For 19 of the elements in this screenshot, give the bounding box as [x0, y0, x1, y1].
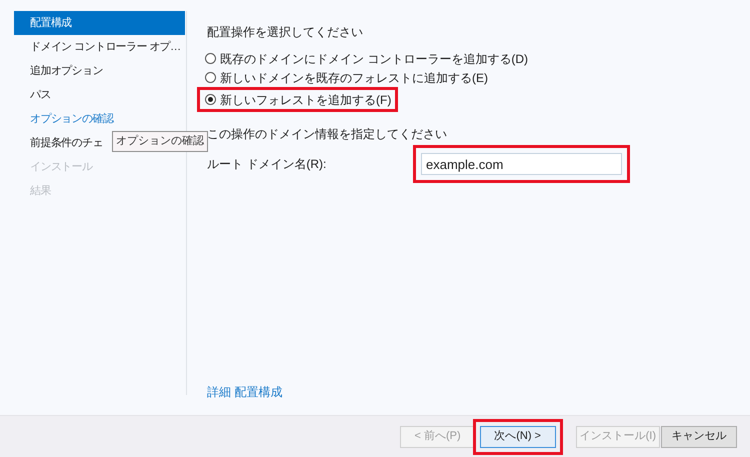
domain-name-field[interactable]: example.com	[421, 153, 622, 175]
sidebar-item[interactable]: 配置構成	[14, 11, 185, 35]
radio-button[interactable]	[205, 53, 216, 64]
sidebar-item[interactable]: 追加オプション	[14, 59, 185, 83]
radio-option[interactable]: 新しいフォレストを追加する(F)	[205, 90, 392, 109]
field-label: ルート ドメイン名(R):	[207, 156, 328, 173]
radio-option[interactable]: 既存のドメインにドメイン コントローラーを追加する(D)	[202, 49, 528, 68]
wizard-button[interactable]: 次へ(N) >	[480, 426, 556, 448]
details-link[interactable]: 詳細 配置構成	[207, 383, 750, 401]
radio-option[interactable]: 新しいドメインを既存のフォレストに追加する(E)	[202, 68, 488, 87]
section-heading: この操作のドメイン情報を指定してください	[207, 126, 448, 143]
radio-button[interactable]	[205, 72, 216, 83]
wizard-button[interactable]: キャンセル	[661, 426, 737, 448]
sidebar-item[interactable]: パス	[14, 83, 185, 107]
sidebar-item[interactable]: ドメイン コントローラー オプ…	[14, 35, 185, 59]
radio-button[interactable]	[205, 94, 216, 105]
tooltip: オプションの確認	[112, 131, 208, 152]
section-heading: 配置操作を選択してください	[207, 24, 364, 41]
sidebar-item[interactable]: オプションの確認	[14, 107, 185, 131]
